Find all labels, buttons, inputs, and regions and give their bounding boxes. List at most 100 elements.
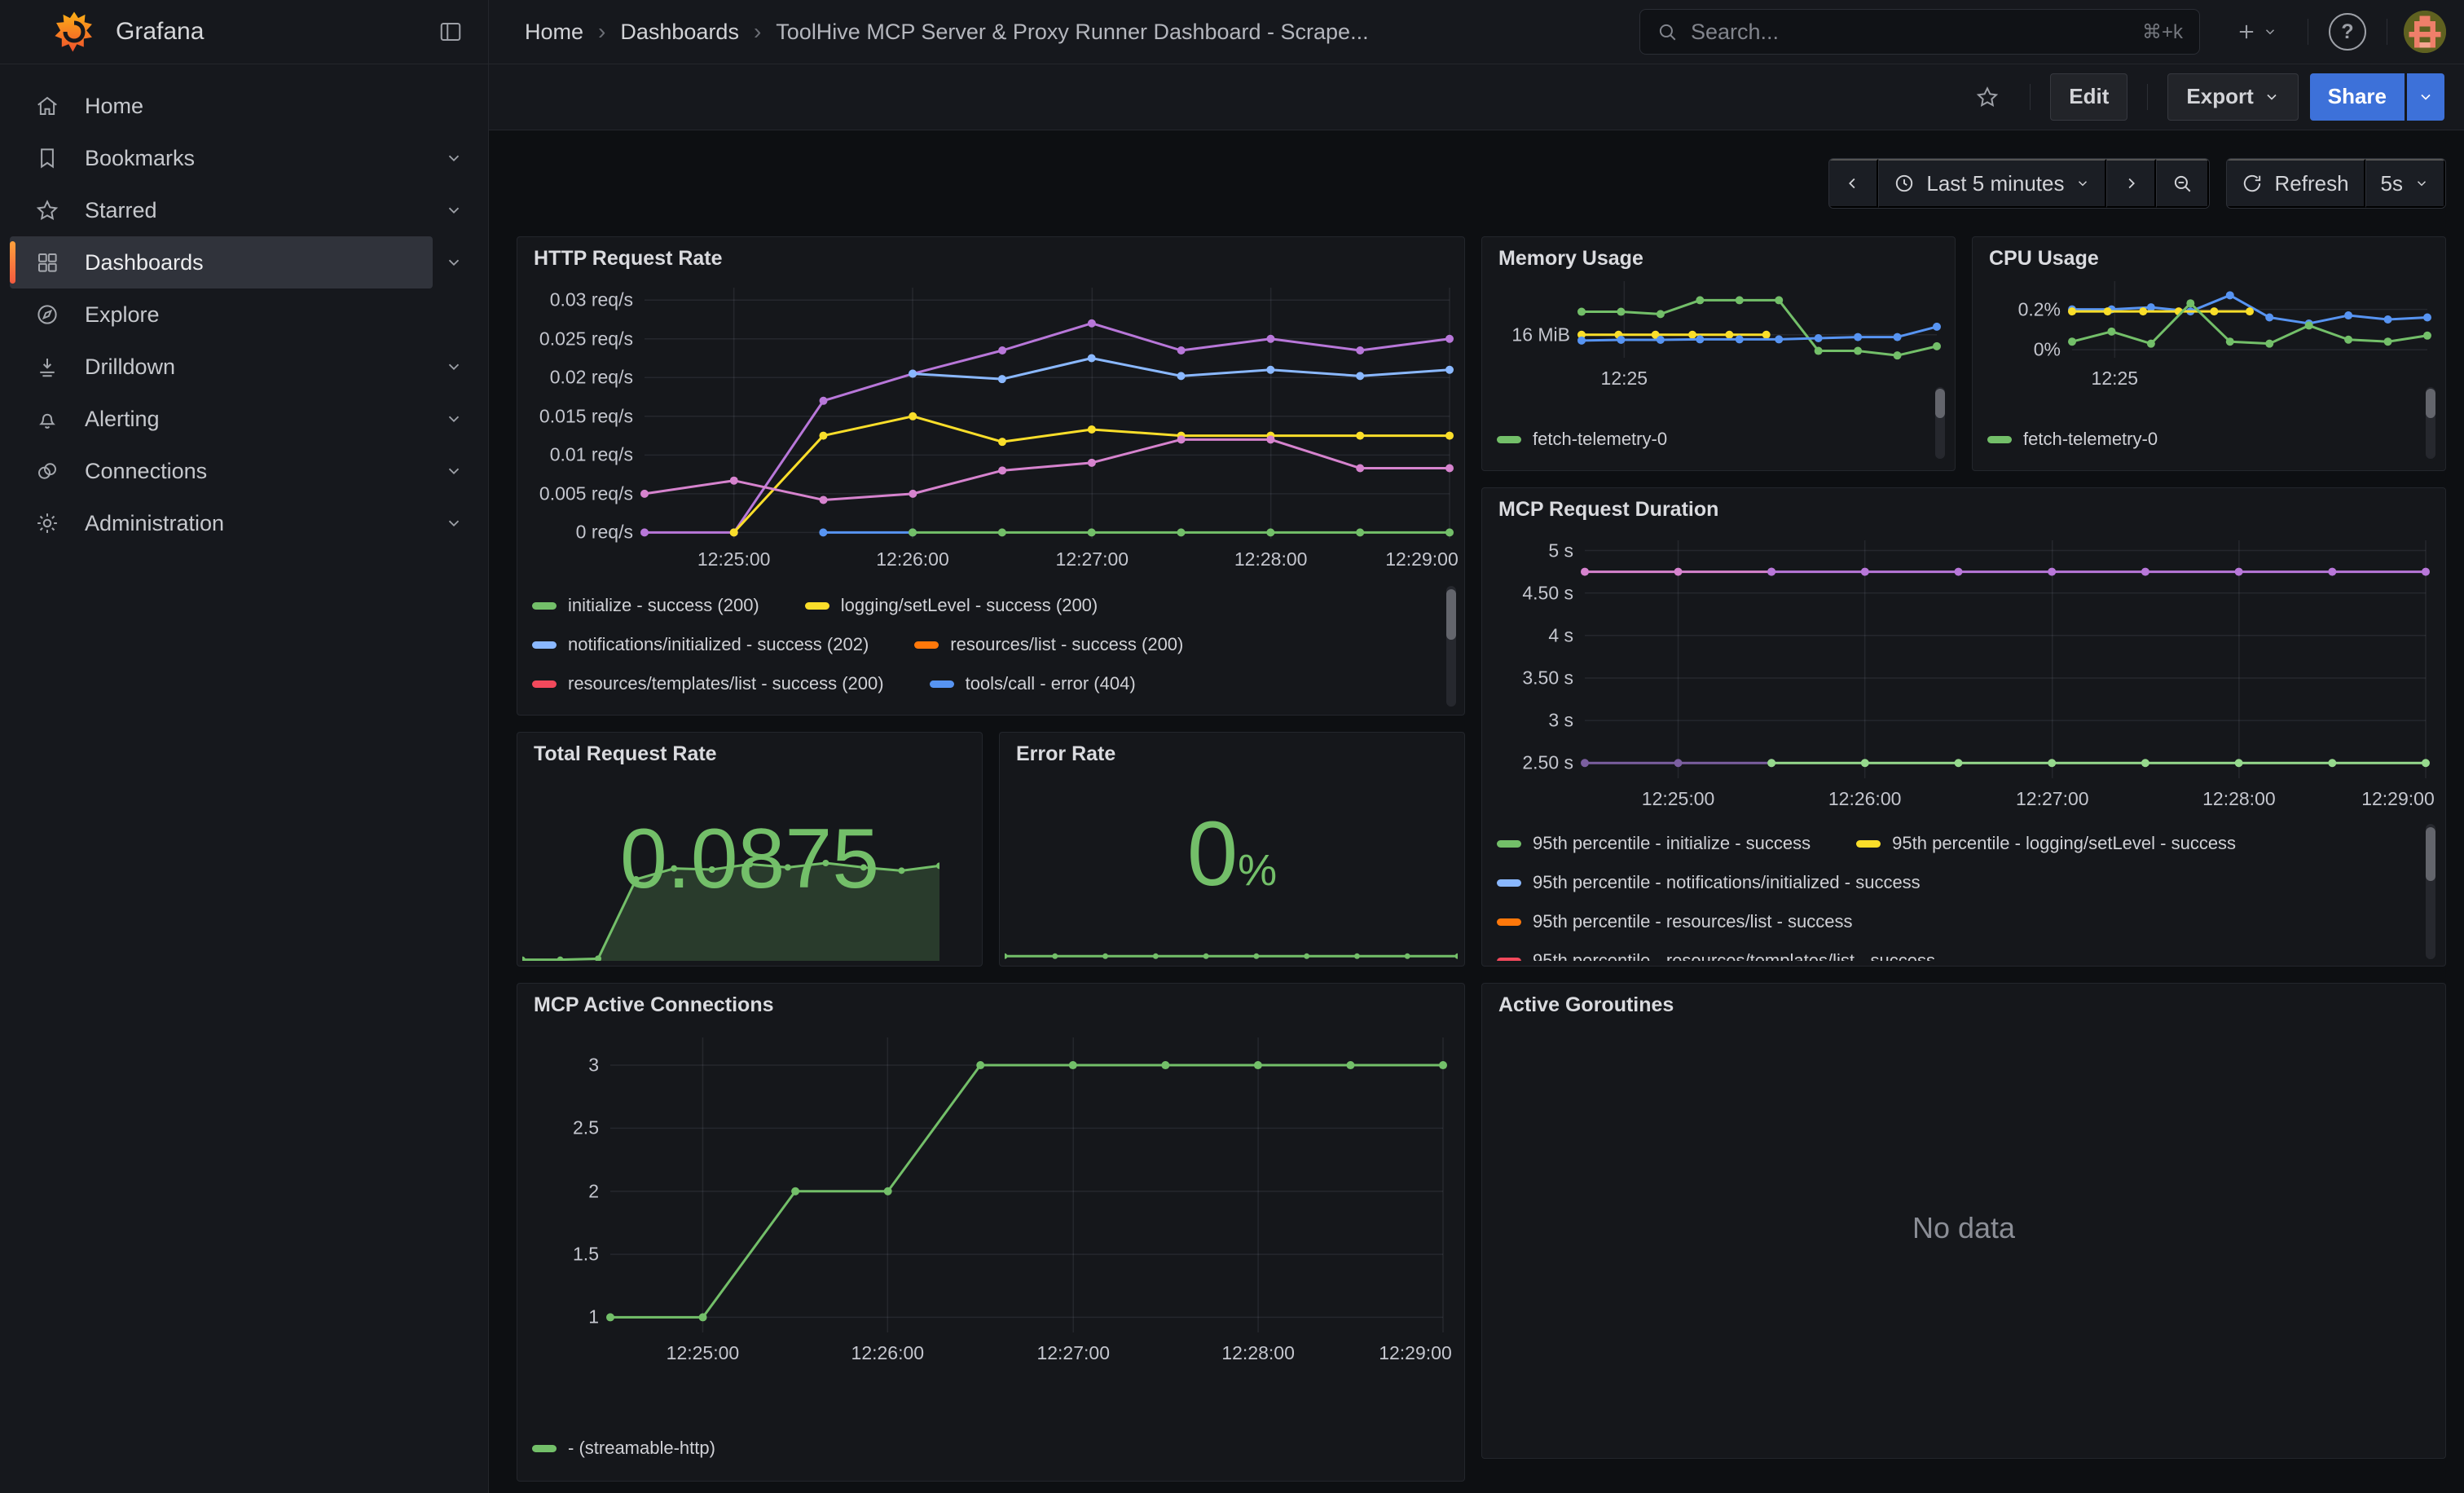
sidebar-item-drilldown[interactable]: Drilldown [10, 341, 475, 393]
dashboard-actions-bar: Edit Export Share [489, 64, 2464, 130]
legend-item[interactable]: logging/setLevel - success (200) [805, 595, 1098, 616]
search-icon [1657, 21, 1678, 42]
cpu-usage-chart: 12:250.2%0% [1978, 275, 2435, 389]
sidebar-navigation: Home Bookmarks Starred Dashboards Explor… [0, 64, 489, 1493]
sidebar-item-explore[interactable]: Explore [10, 288, 475, 341]
no-data-message: No data [1482, 1211, 2445, 1245]
panel-title[interactable]: Active Goroutines [1498, 993, 1674, 1017]
export-button[interactable]: Export [2167, 73, 2298, 121]
chevron-down-icon[interactable] [433, 201, 475, 219]
sidebar-item-starred[interactable]: Starred [10, 184, 475, 236]
time-range-picker[interactable]: Last 5 minutes [1878, 159, 2106, 208]
star-icon [31, 198, 64, 222]
cpu-plot [1978, 275, 2435, 389]
refresh-icon [2242, 173, 2263, 194]
sidebar-toggle-icon[interactable] [428, 9, 473, 55]
brand-title: Grafana [116, 18, 428, 46]
sidebar-item-label: Bookmarks [85, 146, 195, 171]
legend-item[interactable]: 95th percentile - initialize - success [1497, 833, 1811, 854]
connections-legend: - (streamable-http) [532, 1429, 715, 1468]
user-avatar[interactable] [2404, 11, 2446, 53]
refresh-interval-select[interactable]: 5s [2365, 159, 2445, 208]
legend-color-pill [532, 602, 557, 610]
legend-item[interactable]: resources/templates/list - success (200) [532, 673, 884, 694]
legend-color-pill [532, 680, 557, 688]
chevron-down-icon[interactable] [433, 149, 475, 167]
chevron-down-icon[interactable] [433, 514, 475, 532]
sidebar-item-administration[interactable]: Administration [10, 497, 475, 549]
breadcrumb-dashboards[interactable]: Dashboards [620, 20, 739, 45]
chevron-down-icon [2414, 176, 2429, 191]
legend-scrollbar[interactable] [2426, 824, 2435, 959]
add-new-button[interactable] [2221, 9, 2291, 55]
conn-plot [524, 1026, 1453, 1373]
legend-item[interactable]: 95th percentile - resources/list - succe… [1497, 911, 1853, 932]
help-icon[interactable]: ? [2325, 9, 2370, 55]
legend-scrollbar[interactable] [1446, 586, 1456, 707]
edit-button[interactable]: Edit [2050, 73, 2127, 121]
breadcrumb-home[interactable]: Home [525, 20, 583, 45]
legend-item[interactable]: 95th percentile - logging/setLevel - suc… [1856, 833, 2236, 854]
panel-title[interactable]: MCP Active Connections [534, 993, 774, 1017]
sidebar-item-bookmarks[interactable]: Bookmarks [10, 132, 475, 184]
legend-item[interactable]: fetch-telemetry-0 [1497, 429, 1667, 450]
sidebar-item-connections[interactable]: Connections [10, 445, 475, 497]
legend-scrollbar[interactable] [2426, 387, 2435, 459]
panel-title[interactable]: HTTP Request Rate [534, 247, 723, 271]
dashboard-canvas: Last 5 minutes Refresh 5s HTTP Request R… [489, 130, 2464, 1493]
chevron-down-icon [2418, 89, 2434, 105]
sidebar-item-label: Connections [85, 459, 207, 484]
legend-color-pill [1497, 436, 1521, 443]
legend-scrollbar[interactable] [1935, 387, 1945, 459]
legend-item[interactable]: - (streamable-http) [532, 1438, 715, 1459]
panel-title[interactable]: CPU Usage [1989, 247, 2099, 271]
search-placeholder: Search... [1691, 20, 2129, 45]
legend-item[interactable]: initialize - success (200) [532, 595, 759, 616]
chevron-down-icon[interactable] [433, 410, 475, 428]
sidebar-item-label: Administration [85, 511, 224, 536]
legend-item[interactable]: tools/call - error (404) [930, 673, 1136, 694]
time-shift-forward-button[interactable] [2106, 159, 2156, 208]
chevron-down-icon [2264, 89, 2280, 105]
legend-item[interactable]: 95th percentile - notifications/initiali… [1497, 872, 1921, 893]
legend-color-pill [805, 602, 829, 610]
duration-plot [1489, 531, 2434, 819]
mcp-request-duration-chart: 12:25:0012:26:0012:27:0012:28:0012:29:00… [1489, 531, 2434, 819]
sidebar-item-label: Alerting [85, 407, 160, 432]
legend-color-pill [1497, 958, 1521, 962]
clock-icon [1894, 173, 1915, 194]
favorite-star-icon[interactable] [1965, 74, 2010, 120]
sidebar-item-dashboards[interactable]: Dashboards [10, 236, 475, 288]
panel-title[interactable]: Total Request Rate [534, 742, 717, 766]
dashboards-grid-icon [31, 250, 64, 275]
refresh-button[interactable]: Refresh [2227, 159, 2365, 208]
drilldown-icon [31, 355, 64, 379]
share-menu-caret[interactable] [2407, 73, 2444, 121]
chevron-down-icon[interactable] [433, 358, 475, 376]
panel-mcp-active-connections: MCP Active Connections 12:25:0012:26:001… [517, 983, 1465, 1482]
chevron-down-icon[interactable] [433, 253, 475, 271]
share-button[interactable]: Share [2310, 73, 2405, 121]
sidebar-item-home[interactable]: Home [10, 80, 475, 132]
panel-title[interactable]: Memory Usage [1498, 247, 1643, 271]
time-range-group: Last 5 minutes [1828, 158, 2210, 209]
divider [2030, 84, 2031, 110]
legend-item[interactable]: 95th percentile - resources/templates/li… [1497, 950, 1935, 961]
time-shift-back-button[interactable] [1829, 159, 1878, 208]
panel-title[interactable]: Error Rate [1016, 742, 1115, 766]
legend-item[interactable]: resources/list - success (200) [914, 634, 1183, 655]
legend-item[interactable]: fetch-telemetry-0 [1987, 429, 2158, 450]
breadcrumb-separator: › [598, 19, 605, 45]
error_spark-plot [1005, 945, 1458, 962]
legend-color-pill [1987, 436, 2012, 443]
legend-item[interactable]: notifications/initialized - success (202… [532, 634, 869, 655]
bell-icon [31, 407, 64, 431]
zoom-out-icon[interactable] [2156, 159, 2209, 208]
panel-title[interactable]: MCP Request Duration [1498, 498, 1718, 522]
legend-color-pill [1497, 879, 1521, 887]
search-shortcut: ⌘+k [2142, 20, 2183, 44]
chevron-down-icon[interactable] [433, 462, 475, 480]
sidebar-item-alerting[interactable]: Alerting [10, 393, 475, 445]
grafana-logo-icon[interactable] [52, 10, 96, 54]
search-input[interactable]: Search... ⌘+k [1639, 9, 2200, 55]
